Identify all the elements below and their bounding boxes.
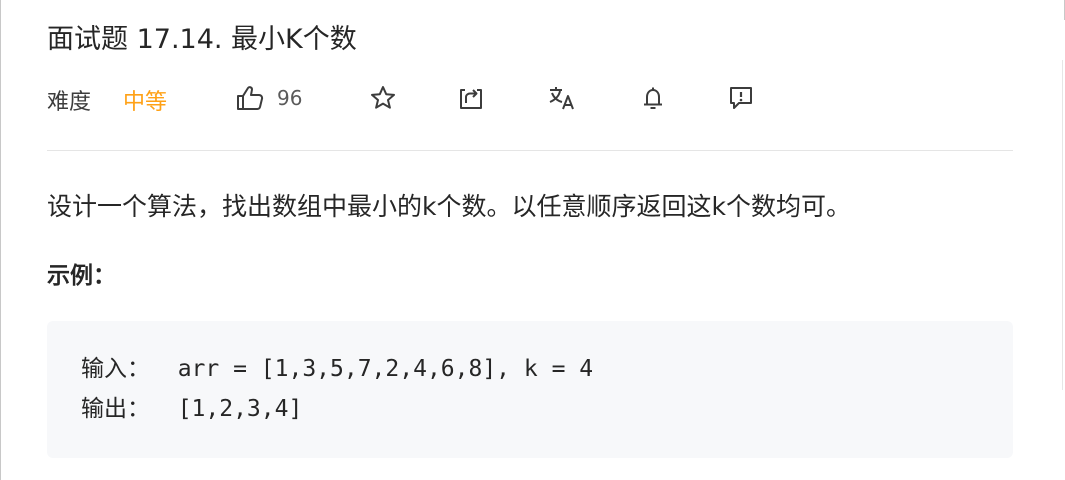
difficulty-label: 难度 <box>47 90 92 115</box>
feedback-button[interactable] <box>727 82 755 114</box>
input-value: arr = [1,3,5,7,2,4,6,8], k = 4 <box>150 356 594 382</box>
bell-icon <box>639 84 667 112</box>
like-button[interactable]: 96 <box>235 82 302 114</box>
difficulty-badge: 中等 <box>123 90 168 115</box>
problem-meta-bar: 难度 中等 96 <box>47 80 1013 116</box>
problem-page: 面试题 17.14. 最小K个数 难度 中等 96 设计一个算法，找出数组中最小… <box>0 0 1065 480</box>
notify-button[interactable] <box>639 82 667 114</box>
input-label: 输入： <box>81 356 150 382</box>
translate-icon <box>547 84 577 112</box>
example-input-line: 输入： arr = [1,3,5,7,2,4,6,8], k = 4 <box>81 349 1013 389</box>
output-label: 输出： <box>81 396 150 422</box>
share-button[interactable] <box>457 82 485 114</box>
example-heading: 示例： <box>47 263 116 289</box>
star-icon <box>369 84 397 112</box>
like-count: 96 <box>277 86 303 110</box>
share-icon <box>457 84 485 112</box>
divider <box>47 150 1013 151</box>
example-output-line: 输出： [1,2,3,4] <box>81 389 1013 429</box>
problem-description: 设计一个算法，找出数组中最小的k个数。以任意顺序返回这k个数均可。 <box>47 192 851 221</box>
output-value: [1,2,3,4] <box>150 396 303 422</box>
feedback-icon <box>727 84 755 112</box>
problem-title: 面试题 17.14. 最小K个数 <box>47 24 357 55</box>
thumbs-up-icon <box>235 84 265 112</box>
favorite-button[interactable] <box>369 82 397 114</box>
example-code-block: 输入： arr = [1,3,5,7,2,4,6,8], k = 4 输出： [… <box>47 321 1013 458</box>
translate-button[interactable] <box>547 82 577 114</box>
scrollbar-track[interactable] <box>1062 60 1063 390</box>
